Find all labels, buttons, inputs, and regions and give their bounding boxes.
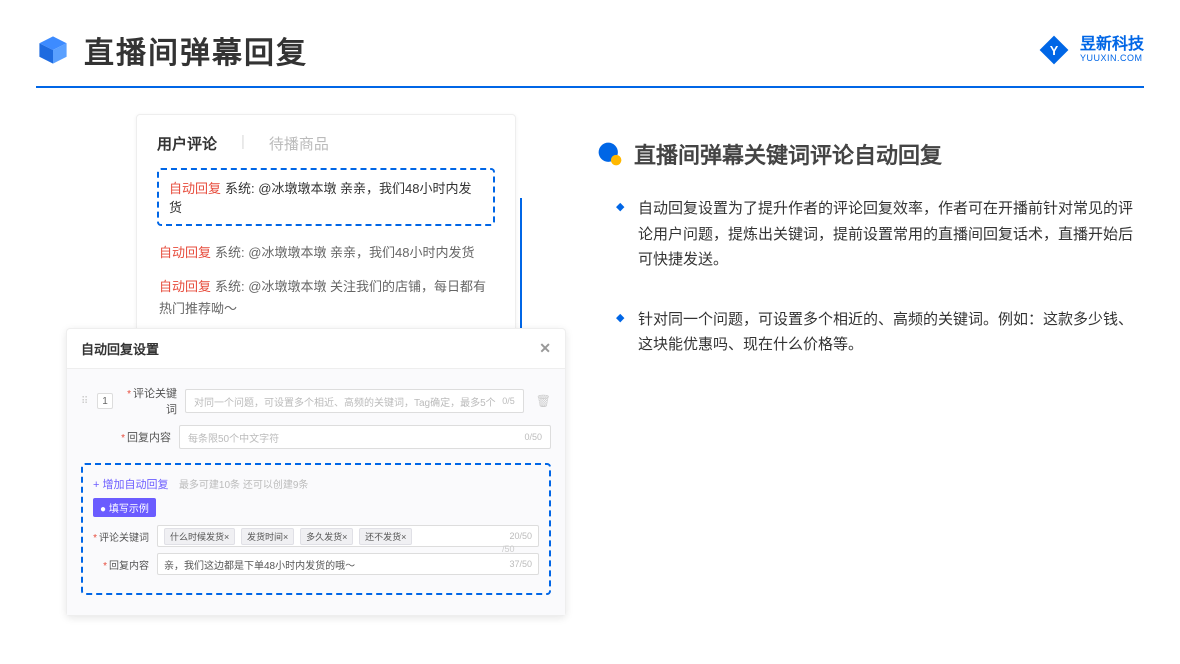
- highlighted-comment: 自动回复系统: @冰墩墩本墩 亲亲，我们48小时内发货: [157, 168, 495, 226]
- ex-content-label: *回复内容: [93, 557, 149, 572]
- content-input[interactable]: 每条限50个中文字符 0/50: [179, 425, 551, 449]
- bullet-item: 自动回复设置为了提升作者的评论回复效率，作者可在开播前针对常见的评论用户问题，提…: [638, 196, 1144, 273]
- content-placeholder: 每条限50个中文字符: [188, 430, 279, 445]
- logo-text-en: YUUXIN.COM: [1080, 54, 1144, 64]
- faint-count: /50: [502, 544, 515, 554]
- comment-prefix: 系统:: [225, 181, 255, 196]
- ex-keyword-count: 20/50: [509, 531, 532, 541]
- comment-card: 用户评论 | 待播商品 自动回复系统: @冰墩墩本墩 亲亲，我们48小时内发货 …: [136, 114, 516, 343]
- logo-text-cn: 昱新科技: [1080, 36, 1144, 54]
- brand-logo: Y 昱新科技 YUUXIN.COM: [1038, 34, 1144, 66]
- comment-item: 自动回复系统: @冰墩墩本墩 亲亲，我们48小时内发货: [157, 236, 495, 270]
- auto-reply-label: 自动回复: [159, 279, 211, 294]
- ex-keyword-input[interactable]: 什么时候发货× 发货时间× 多久发货× 还不发货× 20/50: [157, 525, 539, 547]
- tab-pending-products[interactable]: 待播商品: [269, 133, 329, 154]
- bullet-item: 针对同一个问题，可设置多个相近的、高频的关键词。例如：这款多少钱、这块能优惠吗、…: [638, 307, 1144, 358]
- section-title: 直播间弹幕关键词评论自动回复: [634, 138, 942, 170]
- header-divider: [36, 86, 1144, 88]
- add-auto-reply-button[interactable]: + 增加自动回复: [93, 476, 168, 492]
- keyword-tag[interactable]: 什么时候发货×: [164, 528, 235, 545]
- keyword-tag[interactable]: 多久发货×: [300, 528, 353, 545]
- tab-user-comments[interactable]: 用户评论: [157, 133, 217, 154]
- ex-content-input[interactable]: 亲，我们这边都是下单48小时内发货的哦～ 37/50: [157, 553, 539, 575]
- close-icon[interactable]: ✕: [539, 340, 551, 357]
- example-badge: ● 填写示例: [93, 498, 156, 517]
- auto-reply-label: 自动回复: [159, 245, 211, 260]
- row-number: 1: [97, 393, 113, 409]
- drag-handle-icon[interactable]: ⠿: [81, 396, 89, 407]
- add-hint: 最多可建10条 还可以创建9条: [179, 480, 308, 491]
- tab-separator: |: [241, 133, 245, 154]
- content-label: *回复内容: [115, 429, 171, 445]
- ex-content-text: 亲，我们这边都是下单48小时内发货的哦～: [164, 557, 355, 572]
- keyword-input[interactable]: 对同一个问题，可设置多个相近、高频的关键词，Tag确定，最多5个 0/5: [185, 389, 524, 413]
- keyword-tag[interactable]: 还不发货×: [359, 528, 412, 545]
- comment-prefix: 系统:: [215, 245, 245, 260]
- cube-icon: [36, 33, 70, 67]
- svg-text:Y: Y: [1050, 43, 1059, 58]
- settings-title: 自动回复设置: [81, 339, 159, 358]
- comment-prefix: 系统:: [215, 279, 245, 294]
- trash-icon[interactable]: 🗑: [536, 394, 551, 408]
- keyword-count: 0/5: [502, 396, 515, 406]
- ex-content-count: 37/50: [509, 559, 532, 569]
- page-title: 直播间弹幕回复: [84, 28, 308, 72]
- keyword-placeholder: 对同一个问题，可设置多个相近、高频的关键词，Tag确定，最多5个: [194, 394, 496, 409]
- ex-keyword-label: *评论关键词: [93, 529, 149, 544]
- keyword-tag[interactable]: 发货时间×: [241, 528, 294, 545]
- auto-reply-label: 自动回复: [169, 181, 221, 196]
- logo-icon: Y: [1038, 34, 1070, 66]
- comment-item: 自动回复系统: @冰墩墩本墩 关注我们的店铺，每日都有热门推荐呦～: [157, 270, 495, 326]
- settings-card: 自动回复设置 ✕ ⠿ 1 *评论关键词 对同一个问题，可设置多个相近、高频的关键…: [66, 328, 566, 616]
- comment-text: @冰墩墩本墩 亲亲，我们48小时内发货: [245, 245, 475, 260]
- chat-bubble-icon: [596, 140, 624, 168]
- content-count: 0/50: [524, 432, 542, 442]
- example-box: + 增加自动回复 最多可建10条 还可以创建9条 ● 填写示例 *评论关键词 什…: [81, 463, 551, 595]
- keyword-label: *评论关键词: [121, 385, 177, 417]
